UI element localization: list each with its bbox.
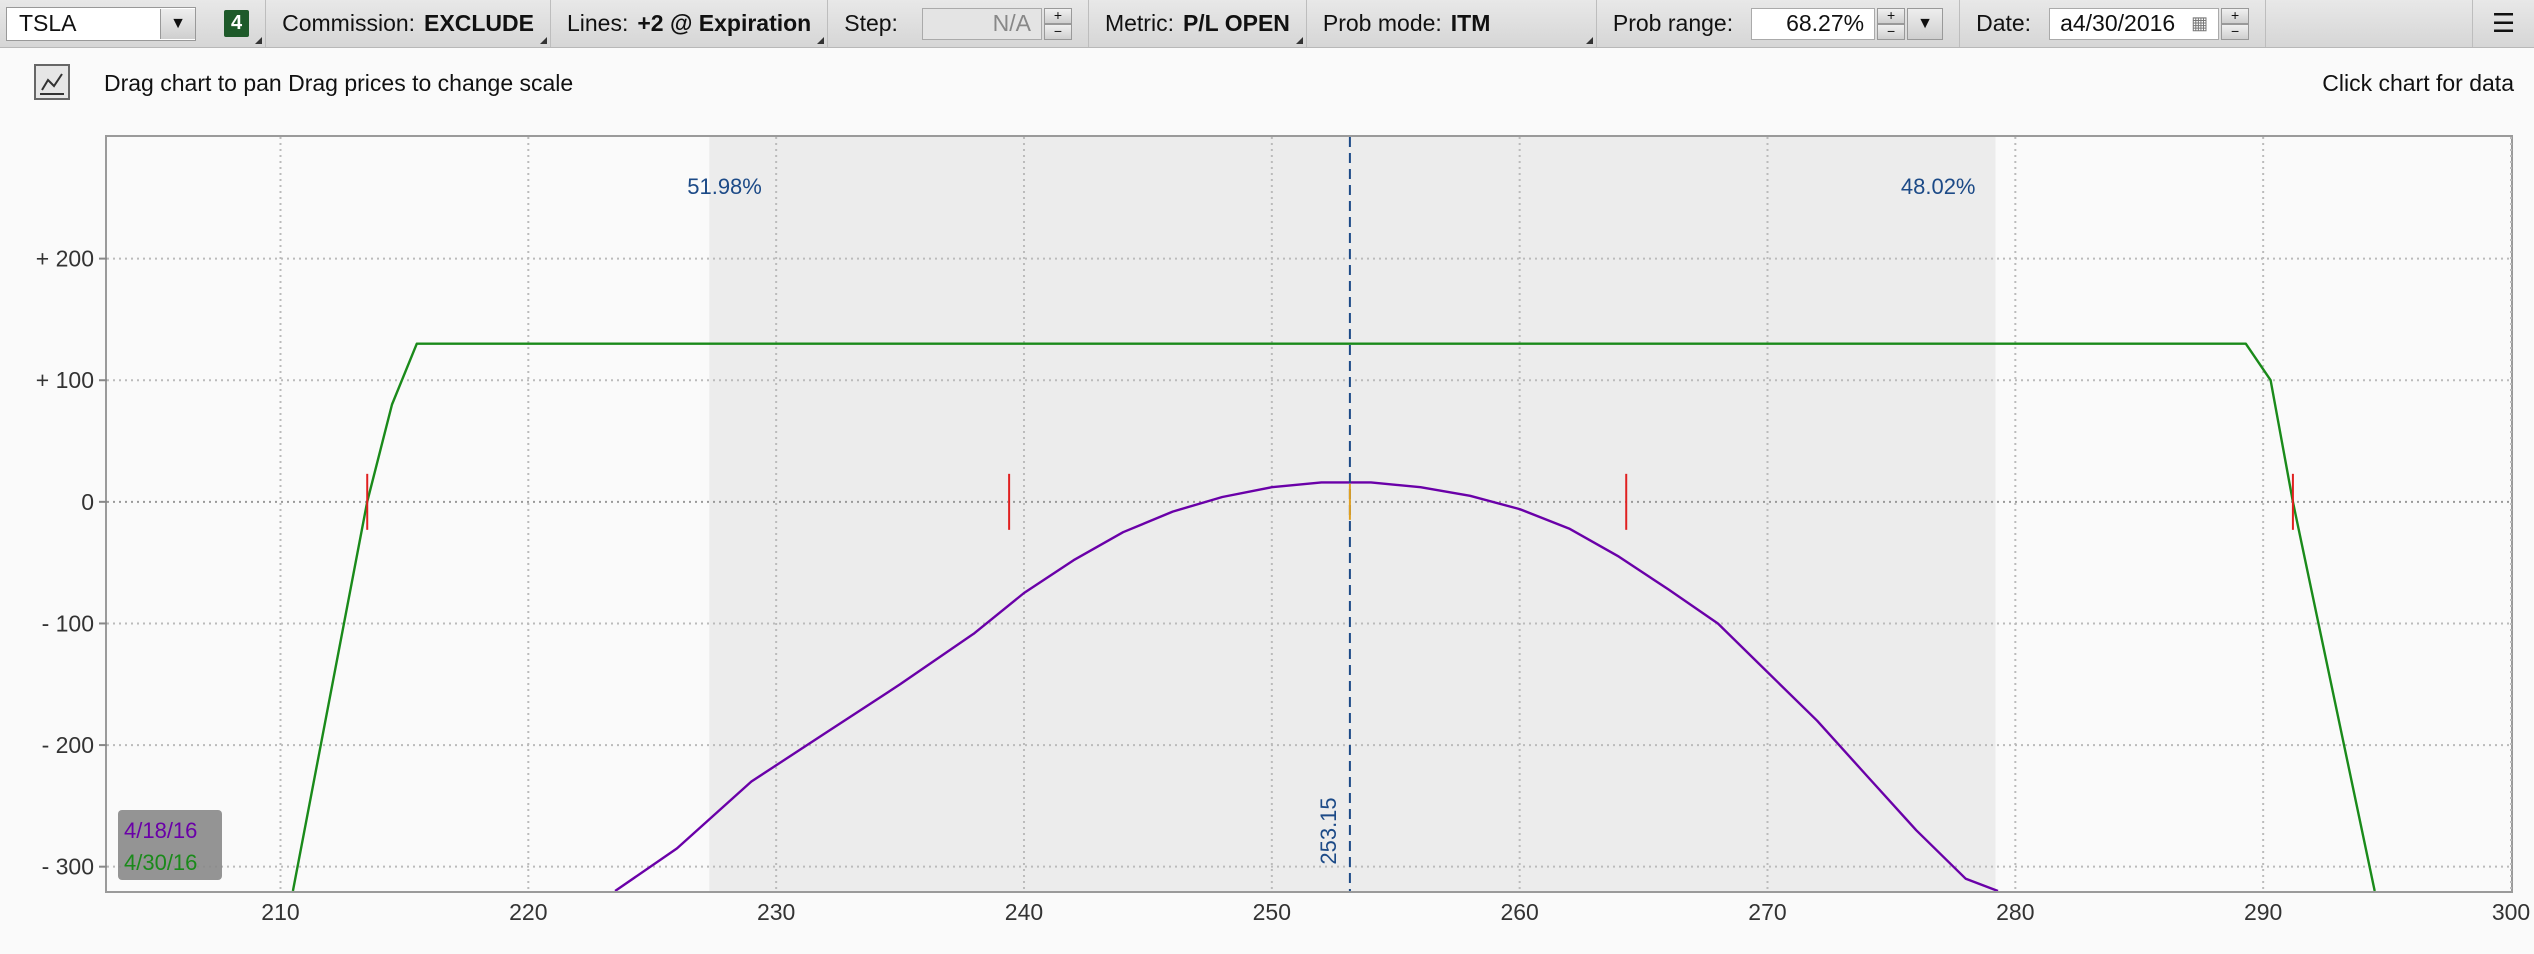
x-tick-label: 260	[1500, 899, 1538, 925]
legend: 4/18/16 4/30/16	[118, 810, 222, 880]
x-tick-label: 300	[2492, 899, 2530, 925]
x-tick-label: 280	[1996, 899, 2034, 925]
prob-band-rect	[709, 137, 1996, 891]
x-tick-label: 210	[261, 899, 299, 925]
y-tick-label: - 200	[42, 732, 94, 758]
x-tick-label: 270	[1748, 899, 1786, 925]
legend-entry-1: 4/18/16	[124, 818, 197, 843]
x-tick-label: 250	[1253, 899, 1291, 925]
y-tick-label: - 300	[42, 854, 94, 880]
x-tick-label: 220	[509, 899, 547, 925]
legend-entry-2: 4/30/16	[124, 850, 197, 875]
prob-left-label: 51.98%	[687, 174, 762, 199]
y-tick-label: + 200	[36, 246, 94, 272]
y-tick-label: + 100	[36, 367, 94, 393]
probability-band	[709, 137, 1996, 891]
x-tick-label: 230	[757, 899, 795, 925]
x-tick-label: 240	[1005, 899, 1043, 925]
x-tick-label: 290	[2244, 899, 2282, 925]
y-tick-label: - 100	[42, 610, 94, 636]
pl-chart[interactable]: 253.15 51.98% 48.02% + 200 + 100 0 - 100 - 200…	[0, 0, 2534, 954]
prob-right-label: 48.02%	[1901, 174, 1976, 199]
current-price-label: 253.15	[1316, 797, 1341, 864]
y-tick-label: 0	[81, 489, 94, 515]
